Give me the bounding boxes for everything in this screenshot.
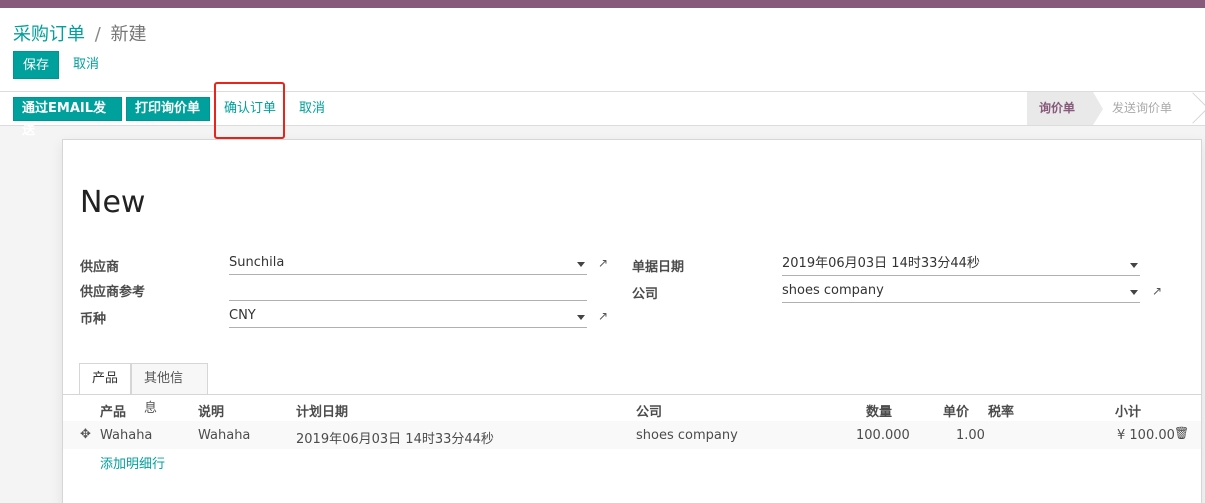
stage-rfq-sent[interactable]: 发送询价单: [1100, 92, 1184, 125]
cell-product[interactable]: Wahaha: [100, 428, 152, 443]
cancel-order-button[interactable]: 取消: [299, 97, 325, 121]
form-sheet: New 供应商 Sunchila ↗ 供应商参考 币种 CNY ↗ 单据日期 2…: [62, 139, 1202, 503]
col-taxes[interactable]: 税率: [988, 401, 1014, 420]
cell-date-planned[interactable]: 2019年06月03日 14时33分44秒: [296, 428, 494, 447]
external-link-icon[interactable]: ↗: [598, 256, 608, 270]
col-description[interactable]: 说明: [198, 401, 224, 420]
vendor-label: 供应商: [80, 260, 120, 275]
breadcrumb: 采购订单 / 新建: [13, 20, 147, 46]
currency-value: CNY: [229, 308, 256, 323]
external-link-icon[interactable]: ↗: [1152, 284, 1162, 298]
record-title: New: [80, 185, 146, 220]
vendor-ref-field[interactable]: [229, 279, 587, 301]
cell-company[interactable]: shoes company: [636, 428, 738, 443]
order-date-field[interactable]: 2019年06月03日 14时33分44秒: [782, 254, 1140, 276]
col-company[interactable]: 公司: [636, 401, 662, 420]
chevron-down-icon: [1130, 290, 1138, 295]
tab-products[interactable]: 产品: [79, 363, 131, 395]
vendor-value: Sunchila: [229, 255, 285, 270]
external-link-icon[interactable]: ↗: [598, 309, 608, 323]
cell-quantity[interactable]: 100.000: [856, 428, 910, 443]
breadcrumb-separator: /: [94, 24, 101, 45]
order-date-label: 单据日期: [632, 260, 685, 275]
col-date-planned[interactable]: 计划日期: [296, 401, 348, 420]
highlight-annotation-box: [214, 82, 285, 139]
drag-handle-icon[interactable]: ✥: [80, 427, 91, 442]
col-subtotal[interactable]: 小计: [1115, 401, 1141, 420]
col-unit-price[interactable]: 单价: [943, 401, 969, 420]
tab-other-info[interactable]: 其他信息: [131, 363, 208, 416]
currency-label: 币种: [80, 312, 107, 327]
control-panel: 采购订单 / 新建 保存 取消: [0, 8, 1205, 92]
cell-unit-price[interactable]: 1.00: [956, 428, 985, 443]
trash-icon[interactable]: 🗑: [1174, 426, 1189, 440]
vendor-field[interactable]: Sunchila: [229, 253, 587, 275]
vendor-ref-label: 供应商参考: [80, 285, 146, 300]
add-line-link[interactable]: 添加明细行: [100, 453, 165, 472]
top-nav-bar: [0, 0, 1205, 8]
company-label: 公司: [632, 287, 659, 302]
save-button[interactable]: 保存: [13, 51, 59, 79]
chevron-down-icon: [577, 315, 585, 320]
tab-divider: [63, 394, 1201, 395]
currency-field[interactable]: CNY: [229, 306, 587, 328]
cell-description[interactable]: Wahaha: [198, 428, 250, 443]
send-email-button[interactable]: 通过EMAIL发送: [13, 97, 122, 138]
company-field[interactable]: shoes company: [782, 281, 1140, 303]
breadcrumb-current: 新建: [110, 24, 147, 45]
print-rfq-button[interactable]: 打印询价单: [126, 97, 210, 121]
cell-subtotal: ¥ 100.00: [1117, 428, 1175, 443]
col-product[interactable]: 产品: [100, 401, 126, 420]
discard-button[interactable]: 取消: [73, 51, 99, 79]
order-date-value: 2019年06月03日 14时33分44秒: [782, 256, 980, 271]
company-value: shoes company: [782, 283, 884, 298]
col-quantity[interactable]: 数量: [866, 401, 892, 420]
stage-rfq[interactable]: 询价单: [1027, 92, 1093, 125]
status-bar: 通过EMAIL发送 打印询价单 确认订单 取消 询价单 发送询价单: [0, 91, 1205, 138]
chevron-down-icon: [1130, 263, 1138, 268]
breadcrumb-parent-link[interactable]: 采购订单: [13, 24, 85, 45]
chevron-down-icon: [577, 262, 585, 267]
